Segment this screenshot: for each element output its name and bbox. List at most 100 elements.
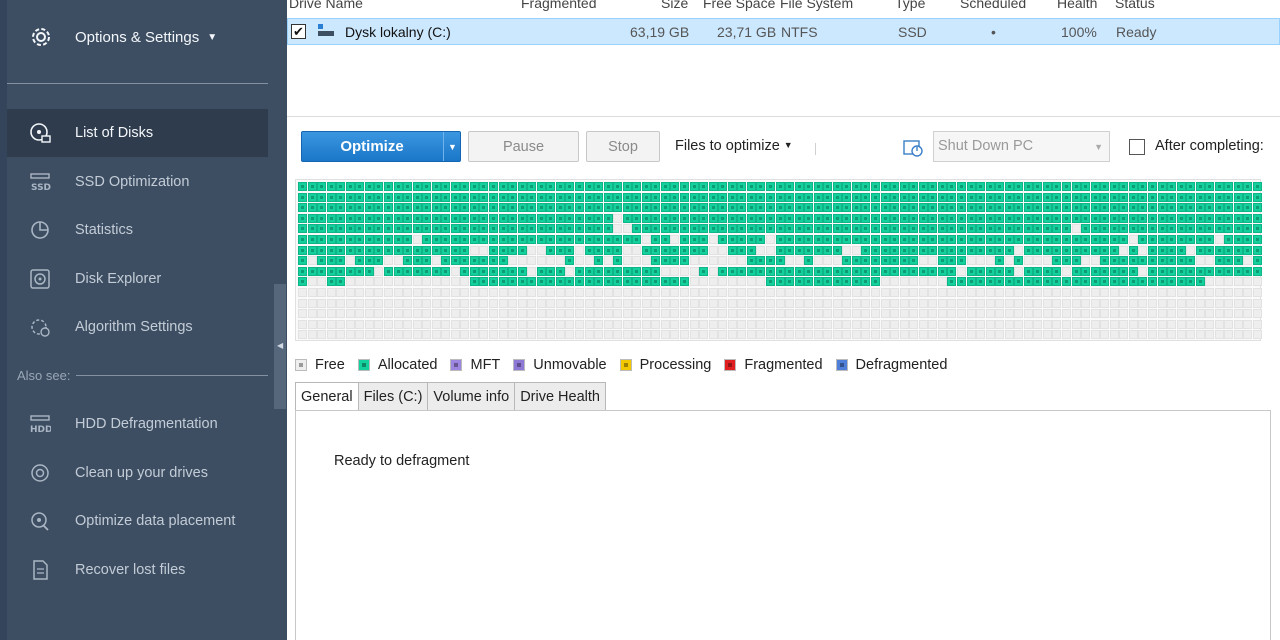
after-completing-checkbox[interactable] (1129, 139, 1145, 155)
drive-row[interactable]: ✔ Dysk lokalny (C:) 63,19 GB 23,71 GB NT… (287, 18, 1280, 45)
cluster-allocated (1042, 235, 1052, 244)
after-completing-action-select[interactable]: Shut Down PC ▼ (933, 131, 1110, 162)
cluster-free (355, 277, 365, 287)
cluster-allocated (1253, 235, 1262, 244)
cluster-allocated (613, 182, 623, 191)
cluster-free (1004, 319, 1014, 329)
cluster-free (1119, 309, 1129, 319)
cluster-free (1109, 309, 1119, 319)
optimize-button[interactable]: Optimize ▼ (301, 131, 461, 162)
column-file-system[interactable]: File System (780, 0, 853, 11)
cluster-allocated (412, 266, 422, 276)
cluster-free (460, 288, 470, 297)
cluster-allocated (1205, 192, 1215, 202)
cluster-allocated (861, 224, 871, 234)
cluster-allocated (1186, 224, 1196, 234)
svg-text:HDD: HDD (30, 425, 51, 435)
cluster-allocated (441, 203, 451, 213)
cluster-allocated (1176, 192, 1186, 202)
cluster-free (1157, 298, 1167, 308)
cluster-allocated (355, 192, 365, 202)
column-health[interactable]: Health (1057, 0, 1097, 11)
cluster-free (1062, 288, 1071, 297)
cluster-allocated (995, 256, 1005, 266)
cluster-allocated (1138, 256, 1148, 266)
cluster-free (1205, 309, 1215, 319)
cluster-allocated (985, 277, 995, 287)
cluster-free (641, 319, 651, 329)
sidebar-item-algorithm-settings[interactable]: Algorithm Settings (7, 303, 268, 351)
cluster-allocated (937, 192, 947, 202)
sidebar-item-optimize-data-placement[interactable]: Optimize data placement (7, 497, 268, 545)
tab-files[interactable]: Files (C:) (357, 382, 429, 410)
cluster-free (1186, 298, 1196, 308)
cluster-allocated (1157, 224, 1167, 234)
cluster-allocated (966, 182, 976, 191)
sidebar-item-ssd-optimization[interactable]: SSD SSD Optimization (7, 158, 268, 206)
cluster-allocated (326, 213, 336, 223)
cluster-allocated (1090, 203, 1100, 213)
cluster-allocated (326, 192, 336, 202)
cluster-allocated (641, 224, 651, 234)
sidebar-item-clean-up-drives[interactable]: Clean up your drives (7, 449, 268, 497)
column-drive-name[interactable]: Drive Name (289, 0, 363, 11)
optimize-dropdown-icon[interactable]: ▼ (443, 132, 461, 161)
cluster-allocated (880, 213, 890, 223)
cluster-allocated (1253, 192, 1262, 202)
disk-cluster-map[interactable] (295, 179, 1262, 341)
cluster-allocated (489, 213, 498, 223)
cluster-allocated (383, 213, 393, 223)
cluster-free (1147, 330, 1157, 340)
cluster-free (574, 309, 584, 319)
cluster-free (851, 309, 861, 319)
options-settings-menu[interactable]: Options & Settings ▼ (28, 20, 268, 54)
sidebar-item-recover-lost-files[interactable]: Recover lost files (7, 546, 268, 594)
cluster-free (517, 319, 527, 329)
cluster-allocated (871, 256, 880, 266)
cluster-allocated (1128, 192, 1138, 202)
sidebar-item-disk-explorer[interactable]: Disk Explorer (7, 255, 268, 303)
tab-general[interactable]: General (295, 382, 359, 411)
column-scheduled[interactable]: Scheduled (960, 0, 1026, 11)
cluster-allocated (756, 256, 766, 266)
tab-drive-health[interactable]: Drive Health (514, 382, 606, 410)
cluster-free (928, 288, 938, 297)
sidebar-item-statistics[interactable]: Statistics (7, 206, 268, 254)
cluster-allocated (1081, 182, 1091, 191)
cluster-free (383, 298, 393, 308)
cluster-allocated (527, 235, 537, 244)
legend-swatch (835, 359, 848, 371)
cluster-free (1100, 288, 1110, 297)
cluster-free (775, 330, 785, 340)
cluster-free (1062, 330, 1071, 340)
cluster-allocated (842, 182, 852, 191)
cluster-allocated (517, 192, 527, 202)
sidebar-item-hdd-defragmentation[interactable]: HDD HDD Defragmentation (7, 400, 268, 448)
cluster-allocated (1128, 182, 1138, 191)
tab-volume-info[interactable]: Volume info (427, 382, 516, 410)
cluster-free (393, 277, 403, 287)
cluster-free (536, 309, 546, 319)
cluster-allocated (1071, 213, 1081, 223)
cluster-allocated (1128, 213, 1138, 223)
cluster-allocated (1214, 245, 1224, 255)
cluster-allocated (527, 277, 537, 287)
sidebar-collapse-handle[interactable]: ◀ (274, 284, 286, 409)
column-fragmented[interactable]: Fragmented (521, 0, 596, 11)
column-status[interactable]: Status (1115, 0, 1155, 11)
column-type[interactable]: Type (895, 0, 925, 11)
cluster-free (813, 319, 823, 329)
column-size[interactable]: Size (661, 0, 688, 11)
after-completing-action-value: Shut Down PC (938, 138, 1034, 154)
column-free-space[interactable]: Free Space (703, 0, 775, 11)
drive-checkbox[interactable]: ✔ (291, 24, 306, 39)
files-to-optimize-menu[interactable]: Files to optimize ▼ (675, 138, 793, 154)
cluster-allocated (498, 192, 508, 202)
cluster-allocated (422, 213, 432, 223)
cluster-free (603, 309, 613, 319)
sidebar-item-list-of-disks[interactable]: List of Disks (7, 109, 268, 157)
stop-button[interactable]: Stop (586, 131, 660, 162)
cluster-free (918, 288, 928, 297)
pause-button[interactable]: Pause (468, 131, 579, 162)
cluster-allocated (1138, 235, 1148, 244)
